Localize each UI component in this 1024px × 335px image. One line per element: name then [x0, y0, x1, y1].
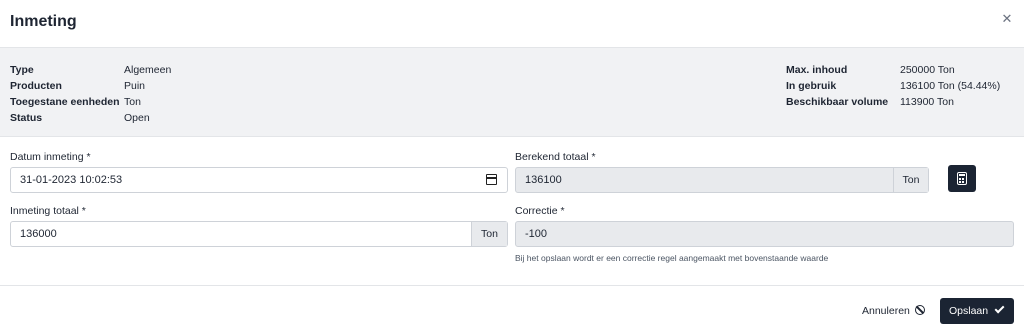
info-value: Algemeen: [124, 64, 172, 76]
info-key: Beschikbaar volume: [786, 96, 889, 108]
cancel-button[interactable]: Annuleren: [862, 302, 925, 320]
calculator-button[interactable]: [948, 165, 976, 192]
berekend-unit: Ton: [893, 168, 928, 192]
berekend-value: 136100: [525, 174, 562, 186]
calculator-icon: [957, 172, 967, 185]
check-icon: [994, 303, 1005, 314]
info-key: Max. inhoud: [786, 64, 848, 76]
datum-label: Datum inmeting *: [10, 151, 91, 163]
info-key: In gebruik: [786, 80, 837, 92]
datum-input[interactable]: 31-01-2023 10:02:53: [10, 167, 508, 193]
info-key: Status: [10, 112, 43, 124]
ban-icon: [914, 305, 925, 315]
cancel-label: Annuleren: [862, 305, 910, 317]
info-value: Puin: [124, 80, 146, 92]
info-value: 136100 Ton (54.44%): [900, 80, 1001, 92]
modal-header: Inmeting ✕: [0, 0, 1024, 48]
save-button[interactable]: Opslaan: [940, 298, 1014, 324]
info-key: Type: [10, 64, 34, 76]
berekend-label: Berekend totaal *: [515, 151, 596, 163]
info-value: 250000 Ton: [900, 64, 955, 76]
save-label: Opslaan: [949, 305, 989, 317]
calendar-icon[interactable]: [486, 174, 497, 185]
correctie-input: -100: [515, 221, 1014, 247]
inmeting-label: Inmeting totaal *: [10, 205, 86, 217]
correctie-hint: Bij het opslaan wordt er een correctie r…: [515, 253, 829, 263]
info-value: Open: [124, 112, 150, 124]
inmeting-value: 136000: [20, 228, 57, 240]
info-key: Toegestane eenheden: [10, 96, 120, 108]
info-panel: Type Algemeen Producten Puin Toegestane …: [0, 48, 1024, 137]
datum-value: 31-01-2023 10:02:53: [20, 174, 123, 186]
inmeting-modal: Inmeting ✕ Type Algemeen Producten Puin …: [0, 0, 1024, 335]
correctie-value: -100: [525, 228, 548, 240]
info-value: 113900 Ton: [900, 96, 954, 108]
berekend-input: 136100 Ton: [515, 167, 929, 193]
inmeting-input[interactable]: 136000 Ton: [10, 221, 508, 247]
info-key: Producten: [10, 80, 62, 92]
info-value: Ton: [124, 96, 141, 108]
modal-title: Inmeting: [10, 13, 77, 30]
inmeting-unit: Ton: [471, 222, 507, 246]
close-icon[interactable]: ✕: [1000, 11, 1014, 27]
modal-footer: Annuleren Opslaan: [0, 285, 1024, 335]
correctie-label: Correctie *: [515, 205, 565, 217]
